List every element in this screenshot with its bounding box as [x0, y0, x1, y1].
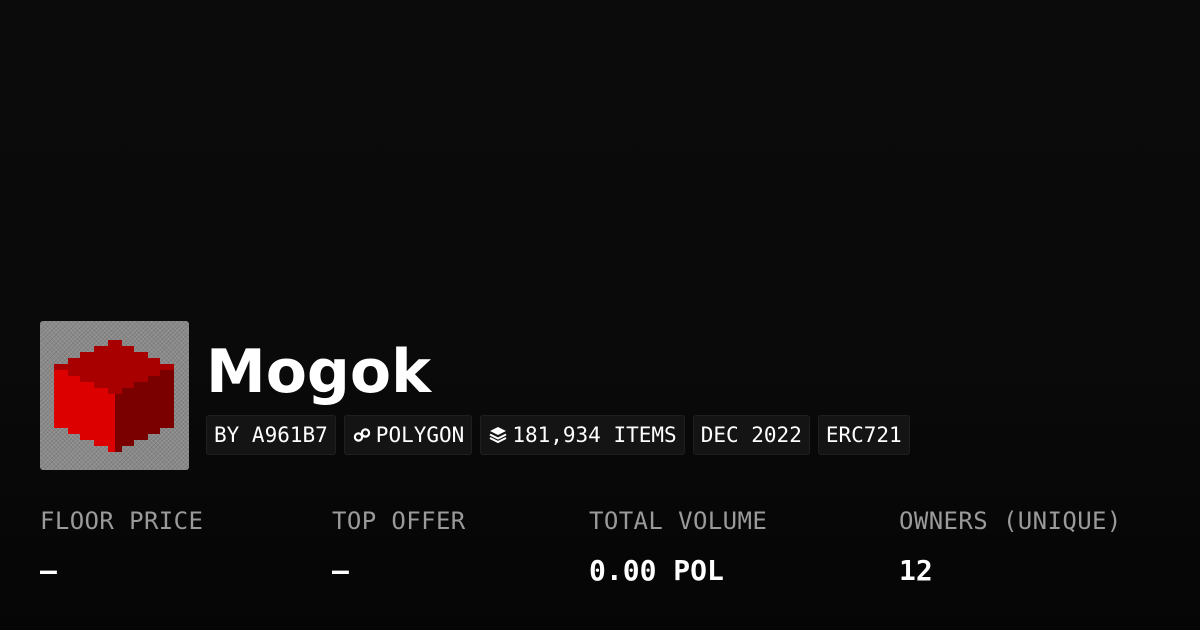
top-offer-label: TOP OFFER	[332, 507, 466, 535]
total-volume-value: 0.00 POL	[589, 554, 724, 587]
floor-price-value: —	[40, 554, 57, 587]
owners-label: OWNERS (UNIQUE)	[899, 507, 1122, 535]
floor-price-label: FLOOR PRICE	[40, 507, 204, 535]
total-volume-label: TOTAL VOLUME	[589, 507, 768, 535]
collection-stats: FLOOR PRICE — TOP OFFER — TOTAL VOLUME 0…	[0, 0, 1200, 630]
top-offer-value: —	[332, 554, 349, 587]
owners-value: 12	[899, 554, 933, 587]
